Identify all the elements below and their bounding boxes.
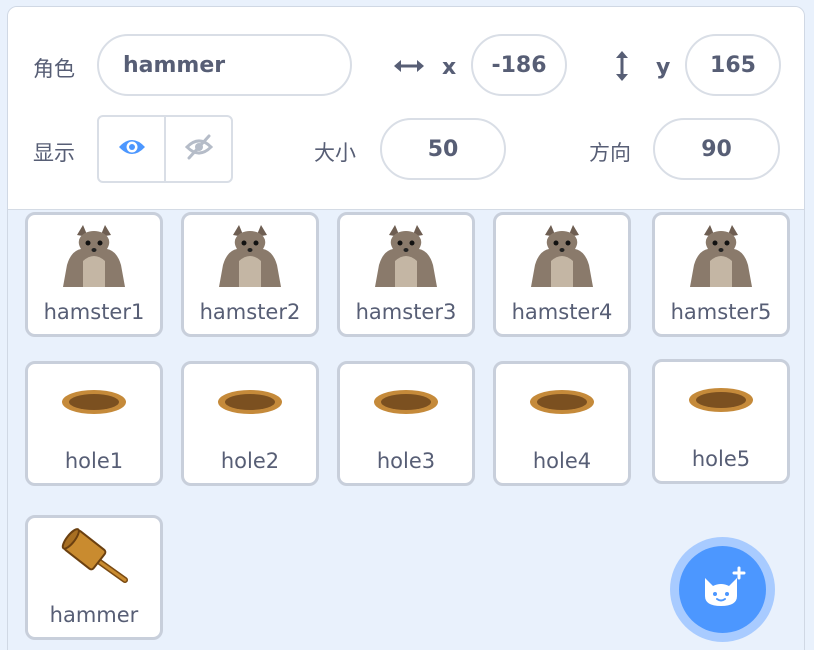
sprite-name: hole5	[691, 447, 751, 471]
hamster-icon	[217, 221, 283, 291]
sprite-name: hole4	[532, 449, 592, 473]
hole-icon	[60, 388, 128, 420]
sprite-name-input[interactable]: hammer	[97, 34, 352, 96]
hamster-icon	[529, 221, 595, 291]
sprite-name: hamster4	[511, 300, 613, 324]
sprite-name: hole3	[376, 449, 436, 473]
sprite-name: hamster1	[43, 300, 145, 324]
sprite-tile-hamster1[interactable]: hamster1	[25, 212, 163, 337]
direction-input[interactable]: 90	[653, 118, 780, 180]
hamster-icon	[373, 221, 439, 291]
cat-plus-icon	[699, 566, 747, 614]
sprite-name: hamster5	[670, 300, 772, 324]
hole-icon	[216, 388, 284, 420]
sprite-tile-hamster3[interactable]: hamster3	[337, 212, 475, 337]
sprite-info-panel: 角色 hammer x -186 y 165 显示 大小 50 方向 90	[8, 7, 804, 210]
hammer-icon	[59, 526, 129, 592]
hamster-icon	[61, 221, 127, 291]
sprite-tile-hole1[interactable]: hole1	[25, 361, 163, 486]
hole-icon	[372, 388, 440, 420]
sprite-tile-hole5[interactable]: hole5	[652, 359, 790, 484]
show-sprite-button[interactable]	[99, 117, 166, 181]
vertical-arrows-icon	[613, 49, 631, 87]
eye-slash-icon	[184, 134, 214, 164]
sprite-name: hamster2	[199, 300, 301, 324]
hole-icon	[528, 388, 596, 420]
y-position-input[interactable]: 165	[685, 34, 781, 96]
y-label: y	[656, 55, 671, 80]
sprite-label: 角色	[33, 57, 75, 81]
direction-label: 方向	[589, 141, 631, 165]
show-label: 显示	[33, 141, 75, 165]
sprite-name: hammer	[49, 603, 139, 627]
size-label: 大小	[314, 141, 356, 165]
hide-sprite-button[interactable]	[166, 117, 231, 181]
sprite-name: hole1	[64, 449, 124, 473]
add-sprite-button[interactable]	[670, 537, 775, 642]
eye-icon	[117, 137, 147, 161]
hamster-icon	[688, 221, 754, 291]
size-input[interactable]: 50	[380, 118, 506, 180]
sprite-tile-hammer[interactable]: hammer	[25, 515, 163, 640]
sprite-tile-hole2[interactable]: hole2	[181, 361, 319, 486]
sprite-tile-hole3[interactable]: hole3	[337, 361, 475, 486]
sprite-name: hamster3	[355, 300, 457, 324]
sprite-name: hole2	[220, 449, 280, 473]
visibility-toggle	[97, 115, 233, 183]
x-position-input[interactable]: -186	[471, 34, 567, 96]
sprite-pane: 角色 hammer x -186 y 165 显示 大小 50 方向 90 ha…	[7, 6, 805, 650]
hole-icon	[687, 386, 755, 418]
sprite-tile-hamster2[interactable]: hamster2	[181, 212, 319, 337]
horizontal-arrows-icon	[392, 57, 426, 79]
x-label: x	[442, 55, 457, 80]
sprite-tile-hamster4[interactable]: hamster4	[493, 212, 631, 337]
sprite-tile-hole4[interactable]: hole4	[493, 361, 631, 486]
sprite-tile-hamster5[interactable]: hamster5	[652, 212, 790, 337]
